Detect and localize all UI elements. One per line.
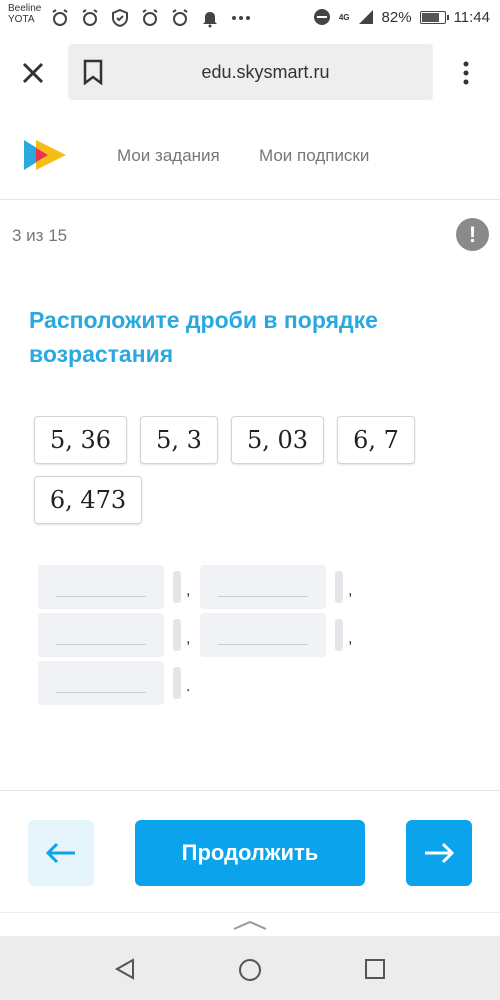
separator: , xyxy=(348,582,353,599)
status-bar: Beeline YOTA 4G 82% 11:44 xyxy=(0,0,500,36)
fraction-chip[interactable]: 5, 3 xyxy=(140,416,218,464)
address-bar[interactable]: edu.skysmart.ru xyxy=(68,44,433,100)
separator: , xyxy=(186,630,191,647)
close-icon xyxy=(22,62,44,84)
next-task-button[interactable] xyxy=(406,820,472,886)
slot-handle[interactable] xyxy=(173,571,181,603)
slot-handle[interactable] xyxy=(173,667,181,699)
carrier-name: Beeline YOTA xyxy=(8,3,41,25)
back-triangle-icon[interactable] xyxy=(114,958,136,980)
carrier-line-1: Beeline xyxy=(8,3,42,14)
battery-icon xyxy=(419,10,449,24)
fraction-chip[interactable]: 6, 7 xyxy=(337,416,415,464)
skysmart-logo-icon[interactable] xyxy=(22,138,68,172)
signal-icon xyxy=(358,10,373,24)
answer-slot-3[interactable] xyxy=(38,613,164,657)
separator: , xyxy=(186,582,191,599)
answer-slot-2[interactable] xyxy=(200,565,326,609)
answer-slot-5[interactable] xyxy=(38,661,164,705)
kebab-menu-icon xyxy=(463,61,469,85)
fraction-chip[interactable]: 6, 473 xyxy=(34,476,142,524)
alarm-icon xyxy=(142,9,158,26)
fraction-chip[interactable]: 5, 03 xyxy=(231,416,324,464)
battery-level xyxy=(421,12,439,22)
alarm-icon xyxy=(52,9,68,26)
answer-slot-1[interactable] xyxy=(38,565,164,609)
more-dots-icon xyxy=(232,16,250,20)
slot-handle[interactable] xyxy=(335,619,343,651)
answer-slot-4[interactable] xyxy=(200,613,326,657)
nav-my-tasks[interactable]: Мои задания xyxy=(117,146,220,166)
home-circle-icon[interactable] xyxy=(238,958,262,982)
battery-percent: 82% xyxy=(381,8,412,26)
task-title: Расположите дроби в порядке возрастания xyxy=(29,307,378,367)
task-progress: 3 из 15 xyxy=(12,226,68,245)
slot-underline xyxy=(56,596,146,597)
browser-toolbar: edu.skysmart.ru xyxy=(0,36,500,110)
clock: 11:44 xyxy=(453,8,490,26)
separator: . xyxy=(186,678,191,695)
slot-underline xyxy=(218,596,308,597)
notification-icons xyxy=(50,8,252,28)
recent-apps-square-icon[interactable] xyxy=(364,958,386,980)
separator: , xyxy=(348,630,353,647)
carrier-line-2: YOTA xyxy=(8,14,35,25)
close-button[interactable] xyxy=(20,60,46,86)
browser-bottom-handle[interactable] xyxy=(0,912,500,936)
slot-handle[interactable] xyxy=(335,571,343,603)
arrow-left-icon xyxy=(45,842,75,864)
network-type: 4G xyxy=(338,12,350,22)
report-problem-button[interactable]: ! xyxy=(456,218,489,251)
previous-task-button[interactable] xyxy=(28,820,94,886)
url-text: edu.skysmart.ru xyxy=(201,62,330,82)
nav-my-subscriptions[interactable]: Мои подписки xyxy=(259,146,369,166)
bell-icon xyxy=(203,12,217,28)
footer-divider xyxy=(0,790,500,791)
browser-menu-button[interactable] xyxy=(456,58,476,88)
continue-button[interactable]: Продолжить xyxy=(135,820,365,886)
alarm-icon xyxy=(172,9,188,26)
slot-underline xyxy=(56,692,146,693)
slot-handle[interactable] xyxy=(173,619,181,651)
alarm-icon xyxy=(82,9,98,26)
arrow-right-icon xyxy=(425,842,455,864)
slot-underline xyxy=(218,644,308,645)
system-navigation-bar xyxy=(0,936,500,1000)
fraction-chip[interactable]: 5, 36 xyxy=(34,416,127,464)
do-not-disturb-icon xyxy=(313,9,330,25)
shield-icon xyxy=(112,8,128,28)
app-header: Мои задания Мои подписки xyxy=(0,110,500,200)
status-right: 4G 82% 11:44 xyxy=(313,8,490,26)
chevron-up-icon xyxy=(233,920,267,930)
exclamation-icon: ! xyxy=(468,222,477,247)
slot-underline xyxy=(56,644,146,645)
